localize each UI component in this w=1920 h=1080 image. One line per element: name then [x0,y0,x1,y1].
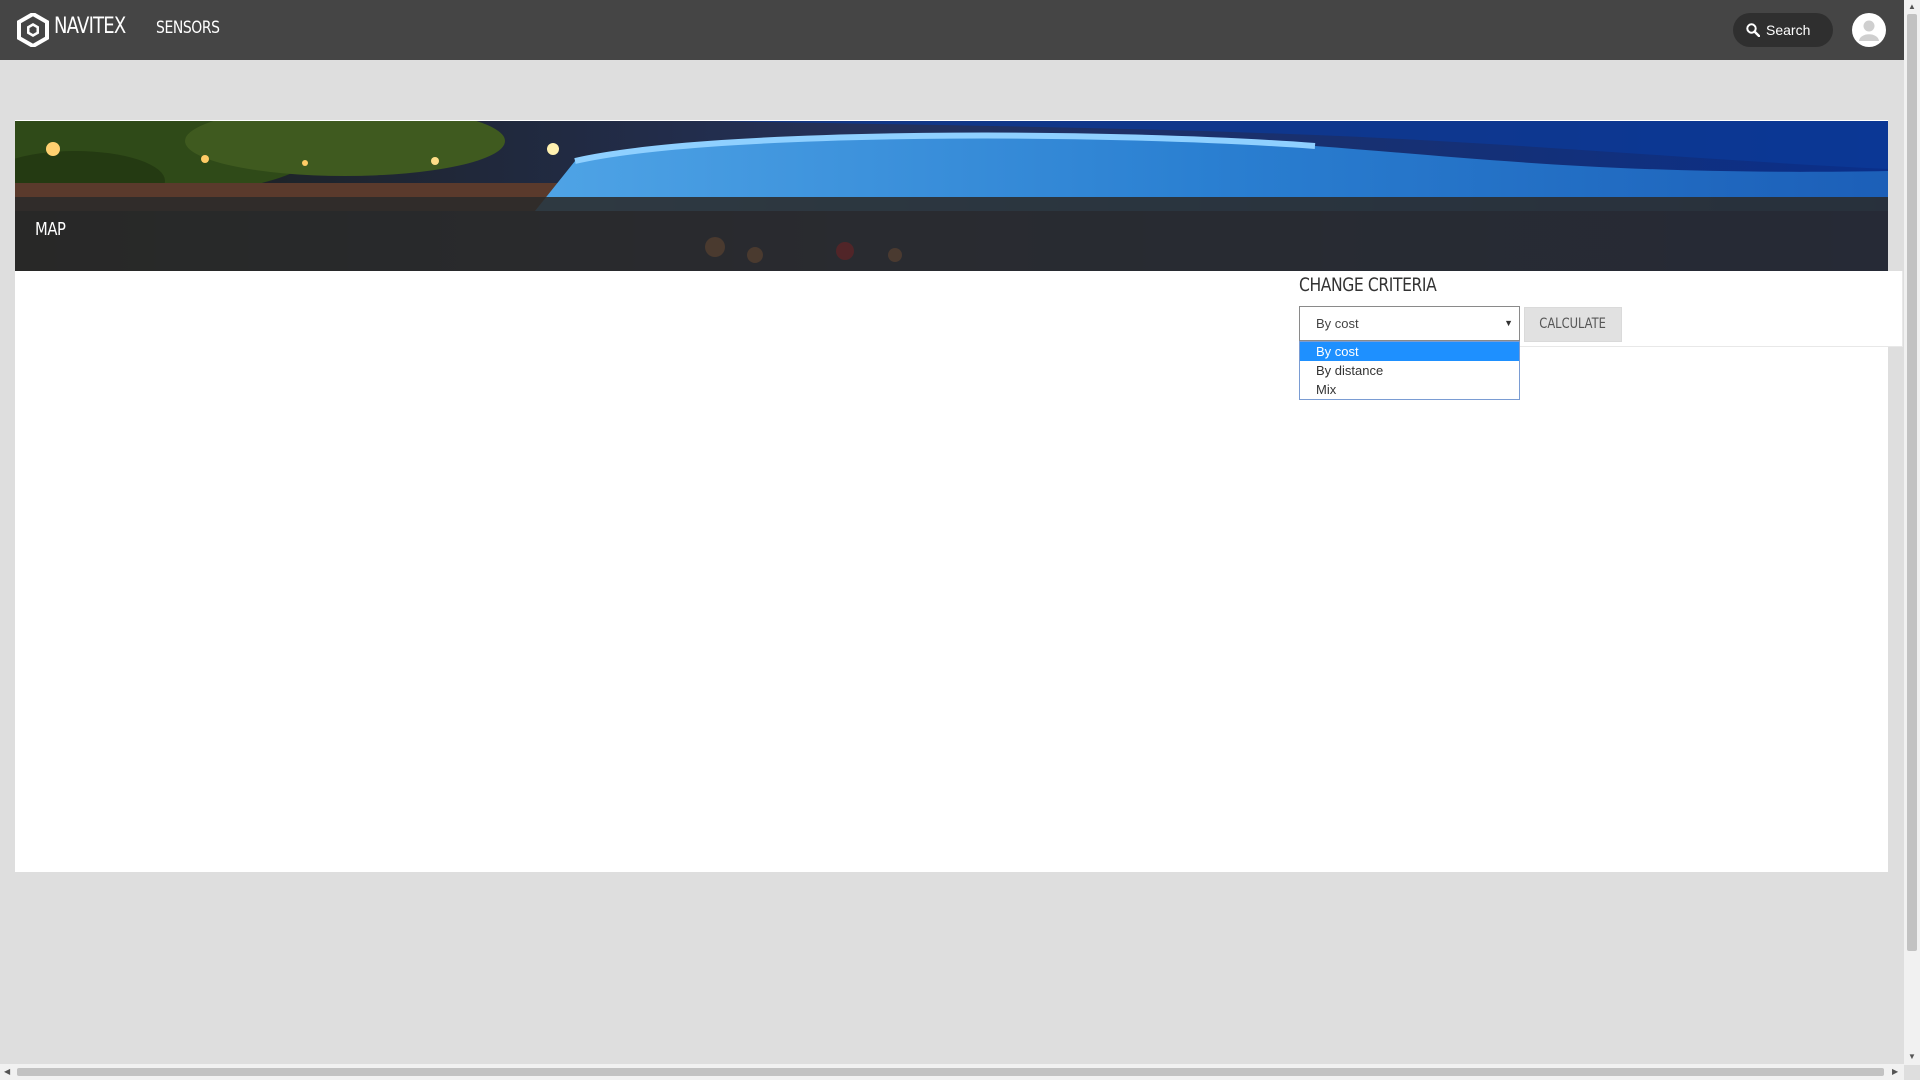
scroll-right-arrow-icon[interactable]: ▶ [1892,1067,1898,1076]
search-button[interactable]: Search [1733,13,1833,47]
criteria-option-mix[interactable]: Mix [1300,380,1519,399]
calculate-label: CALCULATE [1539,316,1607,332]
vertical-scrollbar-thumb[interactable] [1907,14,1917,951]
criteria-option-by-distance[interactable]: By distance [1300,361,1519,380]
vertical-scrollbar[interactable]: ▲ ▼ [1904,0,1920,1065]
resort-pool-banner-image [15,121,1888,271]
caret-down-icon: ▼ [1504,318,1513,328]
search-label: Search [1766,22,1811,38]
brand-name[interactable]: NAVITEX [54,14,126,39]
criteria-heading: CHANGE CRITERIA [1299,274,1437,296]
horizontal-scrollbar-thumb[interactable] [17,1068,1884,1076]
criteria-dropdown-list: By cost By distance Mix [1299,341,1520,400]
page-title: MAP [35,219,66,240]
calculate-button[interactable]: CALCULATE [1524,307,1622,342]
search-icon [1746,23,1760,37]
scroll-left-arrow-icon[interactable]: ◀ [4,1067,10,1076]
user-avatar-button[interactable] [1852,13,1886,47]
scroll-up-arrow-icon[interactable]: ▲ [1908,2,1916,11]
user-avatar-icon [1859,20,1879,41]
main-panel: MAP CHANGE CRITERIA By cost ▼ By cost By… [15,120,1903,872]
scroll-down-arrow-icon[interactable]: ▼ [1908,1052,1916,1061]
criteria-select[interactable]: By cost ▼ [1299,306,1520,341]
navitex-logo-icon[interactable] [16,13,50,47]
map-banner: MAP [15,121,1888,271]
criteria-select-value: By cost [1316,316,1359,331]
top-navigation-bar: NAVITEX SENSORS Search [0,0,1904,60]
nav-item-sensors[interactable]: SENSORS [156,18,220,38]
horizontal-scrollbar[interactable]: ◀ ▶ [0,1064,1904,1080]
change-criteria-section: CHANGE CRITERIA By cost ▼ By cost By dis… [1299,271,1903,467]
criteria-option-by-cost[interactable]: By cost [1300,342,1519,361]
